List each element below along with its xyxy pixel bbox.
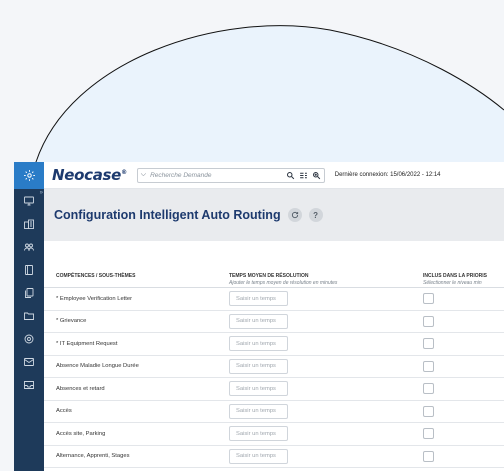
sidebar-item-folders[interactable] bbox=[14, 304, 44, 327]
table-row: * IT Equipment Request Saisir un temps bbox=[44, 333, 504, 356]
search-input[interactable]: Recherche Demande bbox=[150, 172, 286, 179]
time-input[interactable]: Saisir un temps bbox=[229, 358, 288, 374]
skill-label: Alternance, Apprenti, Stages bbox=[56, 453, 130, 460]
sidebar-item-organization[interactable] bbox=[14, 212, 44, 235]
priority-checkbox[interactable] bbox=[423, 293, 434, 305]
column-header-priority: INCLUS DANS LA PRIORIS Sélectionner le n… bbox=[423, 262, 504, 287]
table-row: Accès Saisir un temps bbox=[44, 401, 504, 423]
logo-text: Neocase bbox=[52, 166, 122, 184]
time-input[interactable]: Saisir un temps bbox=[229, 381, 288, 397]
mail-icon bbox=[24, 357, 34, 366]
folder-icon bbox=[24, 312, 34, 320]
skills-table: COMPÉTENCES / SOUS-THÈMES TEMPS MOYEN DE… bbox=[44, 262, 504, 468]
skill-label: * IT Equipment Request bbox=[56, 340, 118, 347]
column-subtitle: Ajouter le temps moyen de résolution en … bbox=[229, 280, 338, 286]
cog-icon bbox=[24, 334, 34, 343]
skill-label: Accès site, Parking bbox=[56, 430, 106, 437]
page-title: Configuration Intelligent Auto Routing bbox=[54, 208, 281, 222]
table-row: Accès site, Parking Saisir un temps bbox=[44, 423, 504, 446]
page-header: Configuration Intelligent Auto Routing ? bbox=[44, 189, 504, 241]
collapse-chevron-icon[interactable]: » bbox=[40, 190, 43, 196]
neocase-logo[interactable]: Neocase® bbox=[52, 166, 127, 184]
priority-checkbox[interactable] bbox=[423, 338, 434, 350]
column-header-resolution-time: TEMPS MOYEN DE RÉSOLUTION Ajouter le tem… bbox=[229, 262, 423, 287]
document-icon bbox=[25, 264, 33, 275]
priority-checkbox[interactable] bbox=[423, 383, 434, 395]
gear-icon bbox=[23, 170, 35, 181]
skill-label: Accès bbox=[56, 408, 72, 415]
app-window: » Neocase® ⌵ Recherche Demande Dernière … bbox=[14, 162, 504, 471]
refresh-icon bbox=[291, 211, 298, 219]
logo-mark: ® bbox=[121, 169, 127, 176]
table-header: COMPÉTENCES / SOUS-THÈMES TEMPS MOYEN DE… bbox=[44, 262, 504, 288]
sidebar-item-users[interactable] bbox=[14, 235, 44, 258]
column-title: TEMPS MOYEN DE RÉSOLUTION bbox=[229, 273, 309, 279]
last-login-text: Dernière connexion: 15/06/2022 - 12:14 bbox=[334, 172, 441, 178]
sidebar-item-documents[interactable] bbox=[14, 258, 44, 281]
chevron-down-icon[interactable]: ⌵ bbox=[141, 171, 146, 179]
advanced-search-icon[interactable] bbox=[312, 171, 321, 180]
priority-checkbox[interactable] bbox=[423, 405, 434, 417]
time-input[interactable]: Saisir un temps bbox=[229, 336, 288, 352]
time-input[interactable]: Saisir un temps bbox=[229, 313, 288, 329]
priority-checkbox[interactable] bbox=[423, 428, 434, 440]
list-search-icon[interactable] bbox=[299, 171, 308, 180]
time-input[interactable]: Saisir un temps bbox=[229, 403, 288, 419]
skill-label: Absences et retard bbox=[56, 385, 105, 392]
help-icon: ? bbox=[313, 210, 319, 220]
column-subtitle: Sélectionner le niveau min bbox=[423, 280, 482, 286]
sidebar-item-inbox[interactable] bbox=[14, 373, 44, 396]
copy-icon bbox=[25, 287, 34, 298]
inbox-icon bbox=[24, 380, 34, 389]
time-input[interactable]: Saisir un temps bbox=[229, 426, 288, 442]
priority-checkbox[interactable] bbox=[423, 360, 434, 372]
help-button[interactable]: ? bbox=[308, 208, 323, 222]
table-row: Absence Maladie Longue Durée Saisir un t… bbox=[44, 356, 504, 378]
sidebar-item-copy[interactable] bbox=[14, 281, 44, 304]
sidebar: » bbox=[14, 162, 44, 471]
priority-checkbox[interactable] bbox=[423, 315, 434, 327]
skill-label: Absence Maladie Longue Durée bbox=[56, 363, 139, 370]
table-row: * Employee Verification Letter Saisir un… bbox=[44, 288, 504, 311]
search-box[interactable]: ⌵ Recherche Demande bbox=[136, 167, 325, 183]
time-input[interactable]: Saisir un temps bbox=[229, 448, 288, 464]
column-header-skills: COMPÉTENCES / SOUS-THÈMES bbox=[44, 262, 229, 287]
building-icon bbox=[24, 219, 34, 229]
sidebar-item-desktop[interactable]: » bbox=[14, 189, 44, 212]
sidebar-item-settings[interactable] bbox=[14, 162, 44, 189]
skill-label: * Employee Verification Letter bbox=[56, 295, 133, 302]
priority-checkbox[interactable] bbox=[423, 450, 434, 462]
users-icon bbox=[24, 243, 34, 251]
skill-label: * Grievance bbox=[56, 318, 87, 325]
top-bar: Neocase® ⌵ Recherche Demande Dernière co… bbox=[44, 162, 504, 189]
table-row: * Grievance Saisir un temps bbox=[44, 311, 504, 333]
column-title: COMPÉTENCES / SOUS-THÈMES bbox=[56, 273, 136, 279]
column-title: INCLUS DANS LA PRIORIS bbox=[423, 273, 487, 279]
sidebar-item-configuration[interactable] bbox=[14, 327, 44, 350]
table-row: Absences et retard Saisir un temps bbox=[44, 378, 504, 401]
sidebar-item-mail[interactable] bbox=[14, 350, 44, 373]
time-input[interactable]: Saisir un temps bbox=[229, 291, 288, 307]
refresh-button[interactable] bbox=[287, 208, 302, 222]
desktop-icon bbox=[24, 196, 34, 205]
search-icon[interactable] bbox=[286, 171, 295, 180]
table-row: Alternance, Apprenti, Stages Saisir un t… bbox=[44, 446, 504, 468]
